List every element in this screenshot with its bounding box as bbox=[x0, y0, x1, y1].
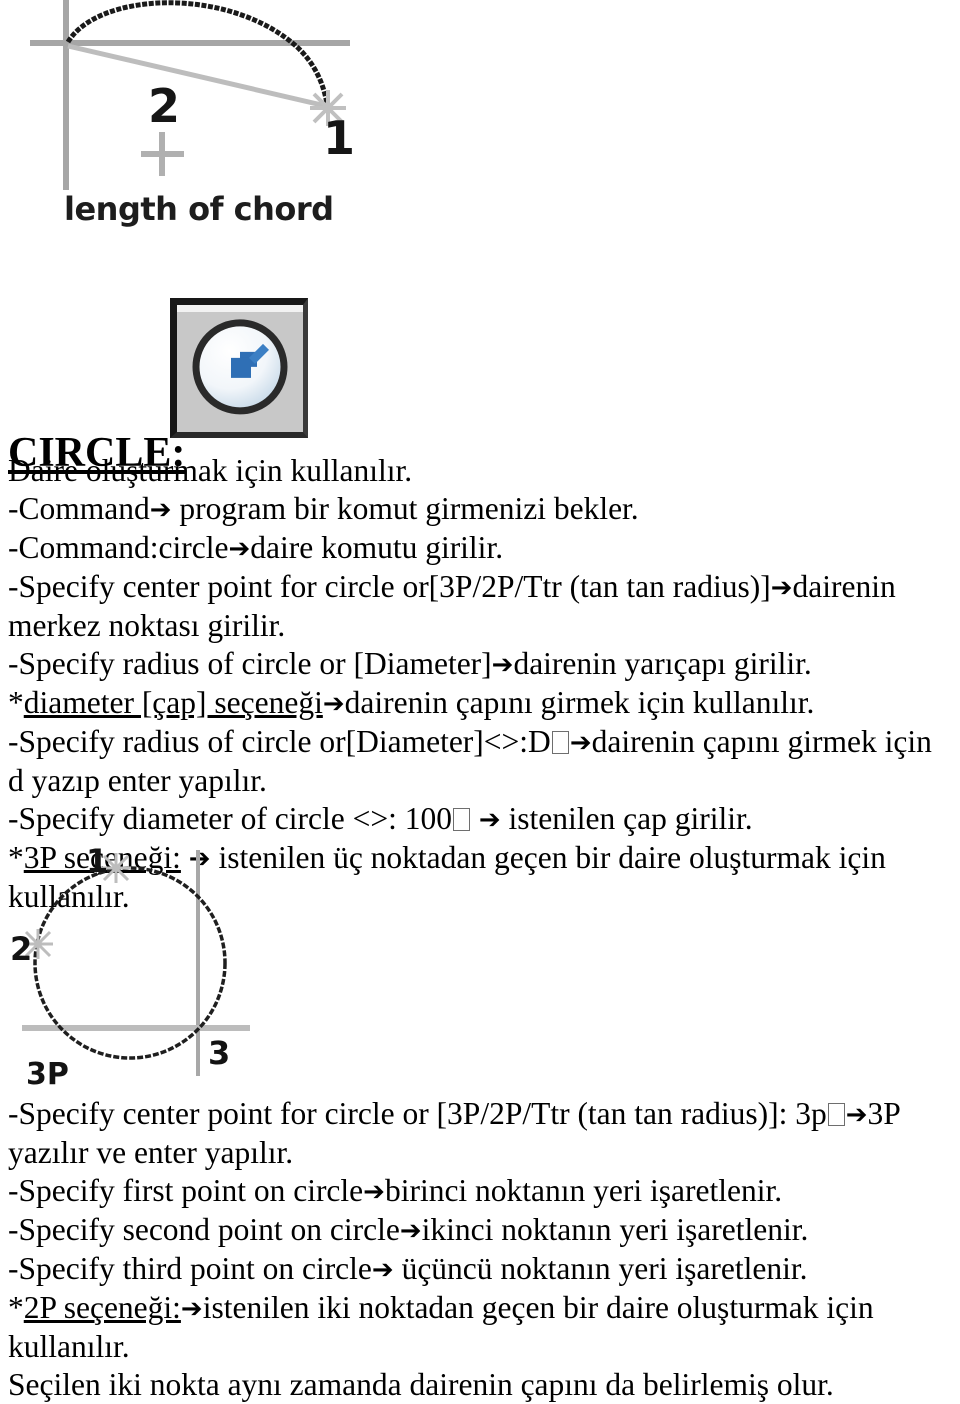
point-label-3: 3 bbox=[208, 1034, 230, 1072]
chord-figure: 2 1 length of chord bbox=[28, 0, 368, 254]
text-run: -Specify first point on circle bbox=[8, 1173, 364, 1208]
text-run: -Specify diameter of circle <>: 100 bbox=[8, 801, 452, 836]
text-run: daire komutu girilir. bbox=[250, 530, 504, 565]
text-run bbox=[471, 801, 479, 836]
text-run: -Specify radius of circle or[Diameter]<>… bbox=[8, 724, 551, 759]
text-run: -Specify center point for circle or[3P/2… bbox=[8, 569, 771, 604]
missing-glyph-box bbox=[551, 731, 569, 754]
text-line: Seçilen iki nokta aynı zamanda dairenin … bbox=[8, 1366, 952, 1404]
chord-line bbox=[67, 43, 327, 109]
right-arrow-icon: ➔ bbox=[371, 1255, 394, 1285]
text-line: Daire oluşturmak için kullanılır. bbox=[8, 452, 952, 490]
point-label-2: 2 bbox=[10, 930, 32, 968]
text-run: diameter [çap] seçeneği bbox=[23, 685, 323, 720]
text-line: -Command:circle➔daire komutu girilir. bbox=[8, 529, 952, 568]
text-run: üçüncü noktanın yeri işaretlenir. bbox=[393, 1251, 808, 1286]
circle-icon-glyph bbox=[192, 318, 288, 414]
circle-tool-icon[interactable] bbox=[170, 298, 308, 438]
text-run: ikinci noktanın yeri işaretlenir. bbox=[421, 1212, 809, 1247]
text-line: -Specify center point for circle or [3P/… bbox=[8, 1095, 952, 1172]
right-arrow-icon: ➔ bbox=[180, 1294, 203, 1324]
text-line: -Specify center point for circle or[3P/2… bbox=[8, 568, 952, 645]
text-run: birinci noktanın yeri işaretlenir. bbox=[384, 1173, 783, 1208]
text-run: Daire oluşturmak için kullanılır. bbox=[8, 453, 413, 488]
text-run: -Command:circle bbox=[8, 530, 229, 565]
right-arrow-icon: ➔ bbox=[322, 689, 345, 719]
icon-center-block bbox=[231, 357, 251, 378]
text-line: -Specify first point on circle➔birinci n… bbox=[8, 1172, 952, 1211]
point-label-1: 1 bbox=[86, 842, 108, 880]
text-line: -Specify radius of circle or [Diameter]➔… bbox=[8, 645, 952, 684]
right-arrow-icon: ➔ bbox=[845, 1100, 868, 1130]
text-run: program bir komut girmenizi bekler. bbox=[171, 491, 639, 526]
text-run: Seçilen iki nokta aynı zamanda dairenin … bbox=[8, 1367, 834, 1402]
text-run: -Specify second point on circle bbox=[8, 1212, 400, 1247]
center-plus-marker bbox=[141, 132, 184, 176]
right-arrow-icon: ➔ bbox=[569, 728, 592, 758]
text-line: -Specify third point on circle➔ üçüncü n… bbox=[8, 1250, 952, 1289]
text-line: *diameter [çap] seçeneği➔dairenin çapını… bbox=[8, 684, 952, 723]
missing-glyph-box bbox=[452, 808, 470, 831]
right-arrow-icon: ➔ bbox=[228, 534, 251, 564]
text-run: -Command bbox=[8, 491, 150, 526]
text-run: -Specify center point for circle or [3P/… bbox=[8, 1096, 827, 1131]
point-label-2: 2 bbox=[148, 79, 180, 133]
right-arrow-icon: ➔ bbox=[363, 1177, 385, 1207]
text-line: -Specify radius of circle or[Diameter]<>… bbox=[8, 723, 952, 800]
chord-figure-caption: length of chord bbox=[64, 190, 334, 228]
text-run: 2P seçeneği: bbox=[23, 1290, 181, 1325]
text-run: dairenin yarıçapı girilir. bbox=[513, 646, 812, 681]
text-run: -Specify third point on circle bbox=[8, 1251, 372, 1286]
right-arrow-icon: ➔ bbox=[399, 1216, 422, 1246]
text-run: * bbox=[8, 685, 24, 720]
icon-bevel-highlight bbox=[177, 305, 303, 312]
text-line: -Specify second point on circle➔ikinci n… bbox=[8, 1211, 952, 1250]
three-point-figure-caption: 3P bbox=[26, 1057, 69, 1091]
right-arrow-icon: ➔ bbox=[478, 805, 501, 835]
text-line: *2P seçeneği:➔istenilen iki noktadan geç… bbox=[8, 1289, 952, 1366]
point-label-1: 1 bbox=[323, 111, 355, 165]
right-arrow-icon: ➔ bbox=[149, 495, 172, 525]
text-run: dairenin çapını girmek için kullanılır. bbox=[344, 685, 815, 720]
text-run: istenilen çap girilir. bbox=[500, 801, 753, 836]
body-text-block-lower: -Specify center point for circle or [3P/… bbox=[8, 1095, 952, 1404]
text-run: * bbox=[8, 1290, 24, 1325]
three-point-circle-svg: 1 2 3 3P bbox=[10, 842, 250, 1091]
right-arrow-icon: ➔ bbox=[491, 650, 514, 680]
text-line: -Command➔ program bir komut girmenizi be… bbox=[8, 490, 952, 529]
three-point-circle-figure: 1 2 3 3P bbox=[8, 836, 268, 1091]
right-arrow-icon: ➔ bbox=[770, 573, 793, 603]
missing-glyph-box bbox=[827, 1103, 845, 1126]
text-run: -Specify radius of circle or [Diameter] bbox=[8, 646, 492, 681]
text-line: -Specify diameter of circle <>: 100 ➔ is… bbox=[8, 800, 952, 839]
